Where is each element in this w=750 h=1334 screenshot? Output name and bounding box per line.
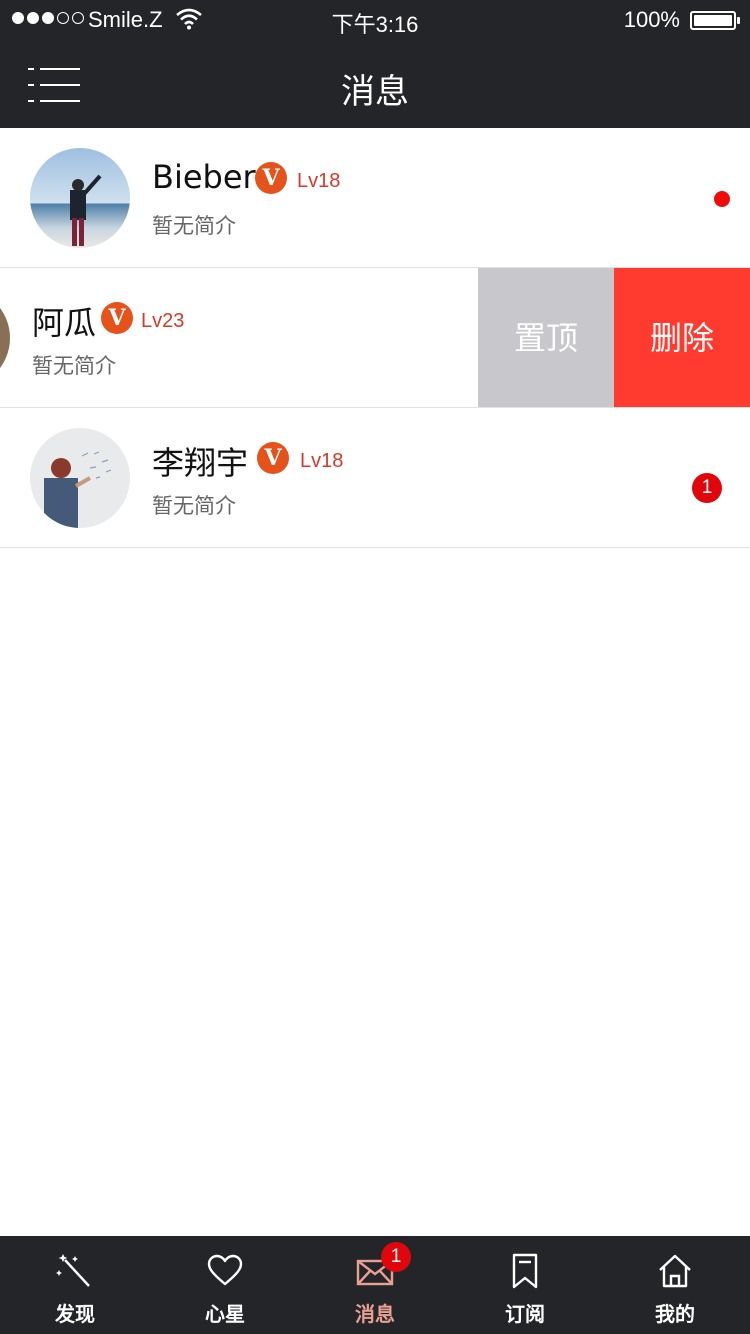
page-title: 消息 <box>341 72 409 112</box>
contact-name: Bieber <box>152 158 256 196</box>
battery-icon <box>690 11 740 30</box>
message-row[interactable]: 阿瓜 V Lv23 暂无简介 置顶 删除 <box>0 268 750 408</box>
delete-button[interactable]: 删除 <box>614 268 750 407</box>
pin-to-top-button[interactable]: 置顶 <box>478 268 614 407</box>
battery-percent: 100% <box>623 7 680 32</box>
tab-heart[interactable]: 心星 <box>150 1236 300 1334</box>
tab-label: 心星 <box>205 1302 245 1326</box>
heart-icon <box>207 1254 243 1286</box>
level-badge: Lv23 <box>141 310 185 332</box>
tab-label: 消息 <box>355 1302 395 1326</box>
level-badge: Lv18 <box>297 170 341 192</box>
verified-badge-icon: V <box>255 162 287 194</box>
tab-bar: 发现 心星 1 消息 订阅 我的 <box>0 1236 750 1334</box>
top-bar: Smile.Z 下午3:16 100% 消息 <box>0 0 750 128</box>
contact-intro: 暂无简介 <box>152 214 236 238</box>
avatar[interactable] <box>30 428 130 528</box>
status-bar: Smile.Z 下午3:16 100% <box>0 0 750 40</box>
magic-wand-icon <box>56 1254 90 1287</box>
home-icon <box>659 1254 691 1288</box>
tab-subscribe[interactable]: 订阅 <box>450 1236 600 1334</box>
verified-badge-icon: V <box>101 302 133 334</box>
tab-messages[interactable]: 1 消息 <box>300 1236 450 1334</box>
bookmark-icon <box>512 1253 538 1289</box>
level-badge: Lv18 <box>300 450 344 472</box>
unread-dot <box>714 191 730 207</box>
message-row[interactable]: 李翔宇 V Lv18 暂无简介 1 <box>0 408 750 548</box>
contact-intro: 暂无简介 <box>152 494 236 518</box>
avatar[interactable] <box>30 148 130 248</box>
tab-label: 发现 <box>55 1302 95 1326</box>
tab-badge: 1 <box>381 1242 411 1272</box>
tab-label: 我的 <box>655 1302 695 1326</box>
verified-badge-icon: V <box>257 442 289 474</box>
contact-name: 阿瓜 <box>32 304 97 342</box>
tab-mine[interactable]: 我的 <box>600 1236 750 1334</box>
avatar[interactable] <box>0 288 10 388</box>
contact-name: 李翔宇 <box>152 444 249 482</box>
message-row[interactable]: Bieber V Lv18 暂无简介 <box>0 128 750 268</box>
unread-count-badge: 1 <box>692 473 722 503</box>
contact-intro: 暂无简介 <box>32 354 116 378</box>
tab-label: 订阅 <box>505 1302 545 1326</box>
tab-discover[interactable]: 发现 <box>0 1236 150 1334</box>
